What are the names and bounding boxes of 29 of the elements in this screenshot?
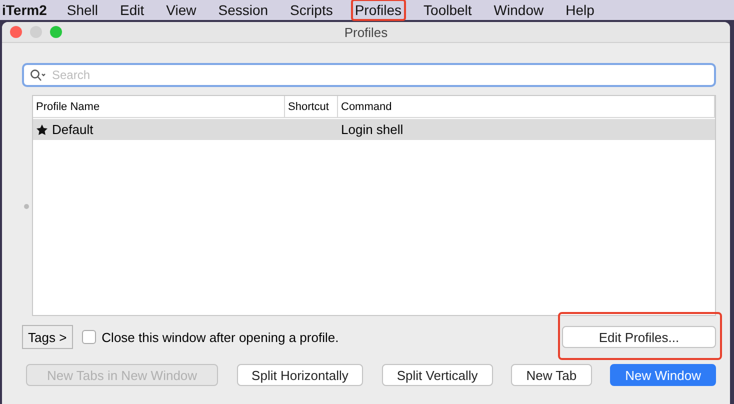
action-button[interactable]: New Window xyxy=(610,364,716,386)
menu-item[interactable]: Toolbelt xyxy=(420,0,476,21)
zoom-button[interactable] xyxy=(50,26,62,38)
menu-item[interactable]: View xyxy=(162,0,200,21)
profile-name: Default xyxy=(52,122,94,137)
table-row[interactable]: Default Login shell xyxy=(33,119,715,140)
menu-item[interactable]: Shell xyxy=(62,0,102,21)
close-button[interactable] xyxy=(10,26,22,38)
action-button[interactable]: Split Horizontally xyxy=(236,364,364,386)
menu-item[interactable]: Edit xyxy=(116,0,148,21)
edit-profiles-button[interactable]: Edit Profiles... xyxy=(562,326,716,348)
app-menu[interactable]: iTerm2 xyxy=(2,2,47,18)
window-title: Profiles xyxy=(343,24,389,40)
menu-item[interactable]: Help xyxy=(562,0,598,21)
action-button[interactable]: New Tab xyxy=(511,364,592,386)
action-button[interactable]: Split Vertically xyxy=(382,364,493,386)
checkbox-label: Close this window after opening a profile. xyxy=(102,330,339,344)
table-cell-text: Login shell xyxy=(340,121,404,139)
checkbox[interactable] xyxy=(82,330,96,344)
column-header[interactable]: Profile Name xyxy=(33,96,285,117)
menu-item[interactable]: Scripts xyxy=(286,0,337,21)
tags-button[interactable]: Tags > xyxy=(22,325,73,349)
menu-item[interactable]: Window xyxy=(490,0,548,21)
column-header[interactable]: Command xyxy=(338,96,715,117)
column-header[interactable]: Shortcut xyxy=(285,96,338,117)
resize-dot-icon[interactable] xyxy=(24,204,29,209)
search-icon xyxy=(30,69,46,81)
search-field[interactable]: Search xyxy=(22,63,716,87)
menu-item[interactable]: Session xyxy=(214,0,272,21)
